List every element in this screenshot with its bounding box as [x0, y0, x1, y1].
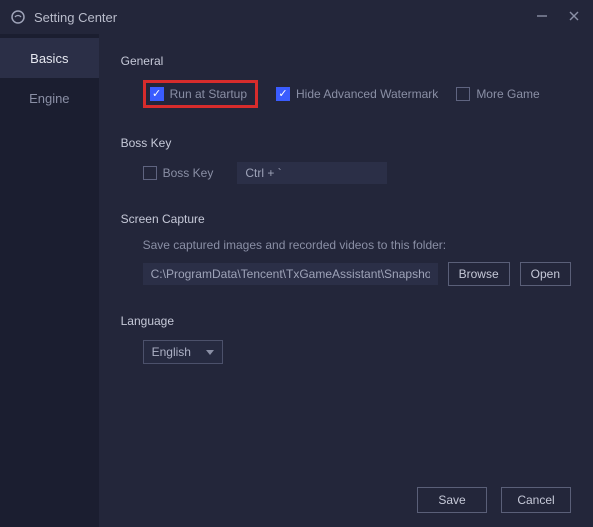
- main-panel: General ✓ Run at Startup ✓ Hide Advanced…: [99, 34, 593, 527]
- checkbox-box-icon: [456, 87, 470, 101]
- section-title-general: General: [121, 54, 571, 68]
- sidebar-item-engine[interactable]: Engine: [0, 78, 99, 118]
- footer-buttons: Save Cancel: [417, 487, 571, 513]
- cancel-button[interactable]: Cancel: [501, 487, 571, 513]
- checkbox-label: Run at Startup: [170, 87, 247, 101]
- bosskey-hotkey-input[interactable]: [237, 162, 387, 184]
- checkbox-label: Boss Key: [163, 166, 214, 180]
- sidebar-item-label: Engine: [29, 91, 69, 106]
- highlight-run-at-startup: ✓ Run at Startup: [143, 80, 258, 108]
- close-icon[interactable]: [565, 10, 583, 25]
- save-button[interactable]: Save: [417, 487, 487, 513]
- section-title-language: Language: [121, 314, 571, 328]
- screencapture-path-input[interactable]: [143, 263, 438, 285]
- checkbox-label: Hide Advanced Watermark: [296, 87, 438, 101]
- chevron-down-icon: [206, 350, 214, 355]
- browse-button[interactable]: Browse: [448, 262, 510, 286]
- checkbox-box-icon: [143, 166, 157, 180]
- language-selected: English: [152, 345, 191, 359]
- app-logo-icon: [10, 9, 26, 25]
- screencapture-desc: Save captured images and recorded videos…: [121, 238, 571, 252]
- checkbox-run-at-startup[interactable]: ✓ Run at Startup: [150, 87, 247, 101]
- open-button[interactable]: Open: [520, 262, 571, 286]
- checkbox-hide-watermark[interactable]: ✓ Hide Advanced Watermark: [276, 87, 438, 101]
- sidebar-item-label: Basics: [30, 51, 68, 66]
- sidebar: Basics Engine: [0, 34, 99, 527]
- section-title-screencapture: Screen Capture: [121, 212, 571, 226]
- check-icon: ✓: [276, 87, 290, 101]
- window-title: Setting Center: [34, 10, 117, 25]
- checkbox-boss-key[interactable]: Boss Key: [143, 166, 214, 180]
- title-bar: Setting Center: [0, 0, 593, 34]
- sidebar-item-basics[interactable]: Basics: [0, 38, 99, 78]
- minimize-icon[interactable]: [533, 10, 551, 25]
- check-icon: ✓: [150, 87, 164, 101]
- checkbox-more-game[interactable]: More Game: [456, 87, 539, 101]
- section-title-bosskey: Boss Key: [121, 136, 571, 150]
- checkbox-label: More Game: [476, 87, 539, 101]
- language-select[interactable]: English: [143, 340, 223, 364]
